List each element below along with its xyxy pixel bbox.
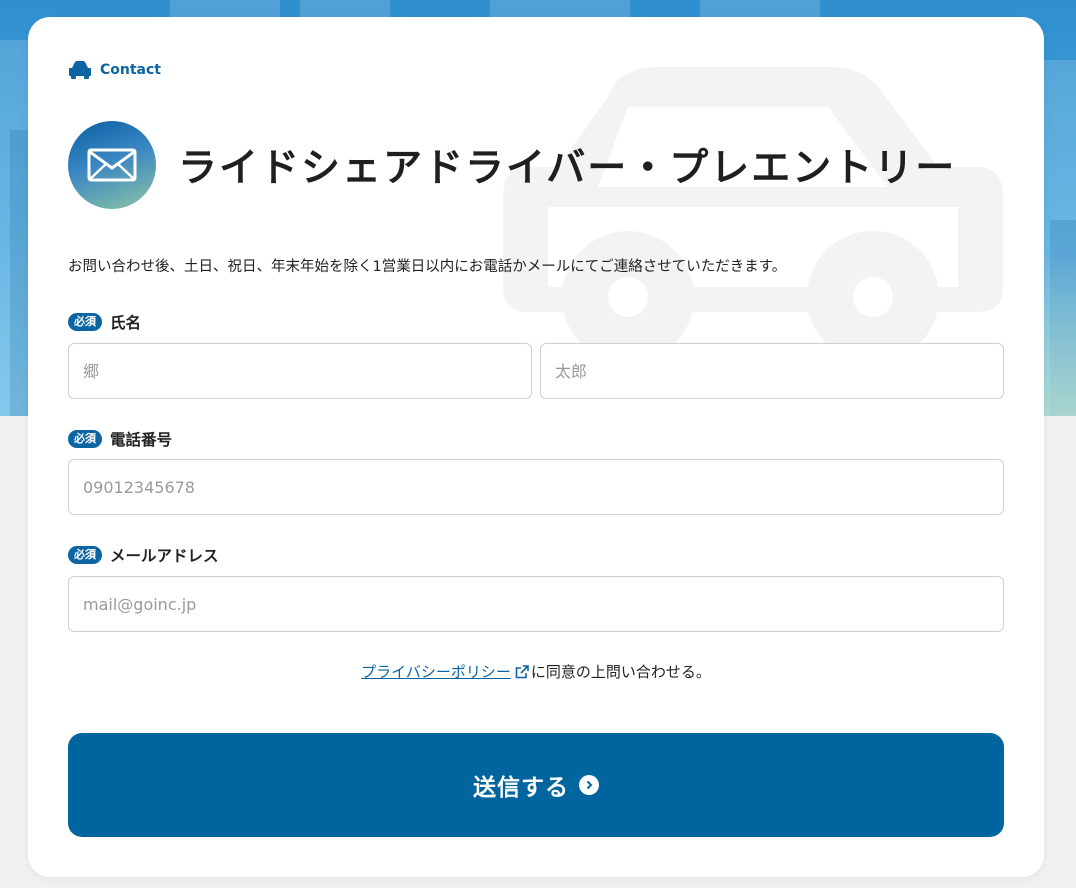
privacy-consent-text: プライバシーポリシー に同意の上問い合わせる。 [28,661,1044,682]
required-badge: 必須 [68,313,102,331]
first-name-input[interactable] [540,343,1004,399]
eyebrow-label: Contact [100,62,161,78]
phone-input[interactable] [68,459,1004,515]
car-icon [69,61,91,79]
contact-form-card: Contact ライドシェアドライバー・プレエントリー お問い合わせ後、土日、祝… [28,17,1044,877]
required-badge: 必須 [68,546,102,564]
email-label: メールアドレス [110,547,219,565]
submit-button[interactable]: 送信する [68,733,1004,837]
page-title: ライドシェアドライバー・プレエントリー [178,146,957,191]
phone-field-label: 必須 電話番号 [68,428,172,450]
envelope-icon [68,121,156,209]
name-label: 氏名 [110,314,142,332]
breadcrumb-contact: Contact [68,59,161,81]
phone-label: 電話番号 [110,431,173,449]
car-watermark-icon [503,67,1003,363]
page-title-row: ライドシェアドライバー・プレエントリー [68,121,956,209]
form-description: お問い合わせ後、土日、祝日、年末年始を除く1営業日以内にお電話かメールにてご連絡… [68,259,787,275]
email-input[interactable] [68,576,1004,632]
email-field-label: 必須 メールアドレス [68,544,219,566]
name-field-label: 必須 氏名 [68,311,141,333]
consent-suffix: に同意の上問い合わせる。 [530,663,711,681]
privacy-policy-link[interactable]: プライバシーポリシー [361,663,511,681]
required-badge: 必須 [68,430,102,448]
last-name-input[interactable] [68,343,532,399]
chevron-right-circle-icon [579,775,599,795]
external-link-icon[interactable] [515,665,529,679]
submit-label: 送信する [473,774,569,800]
